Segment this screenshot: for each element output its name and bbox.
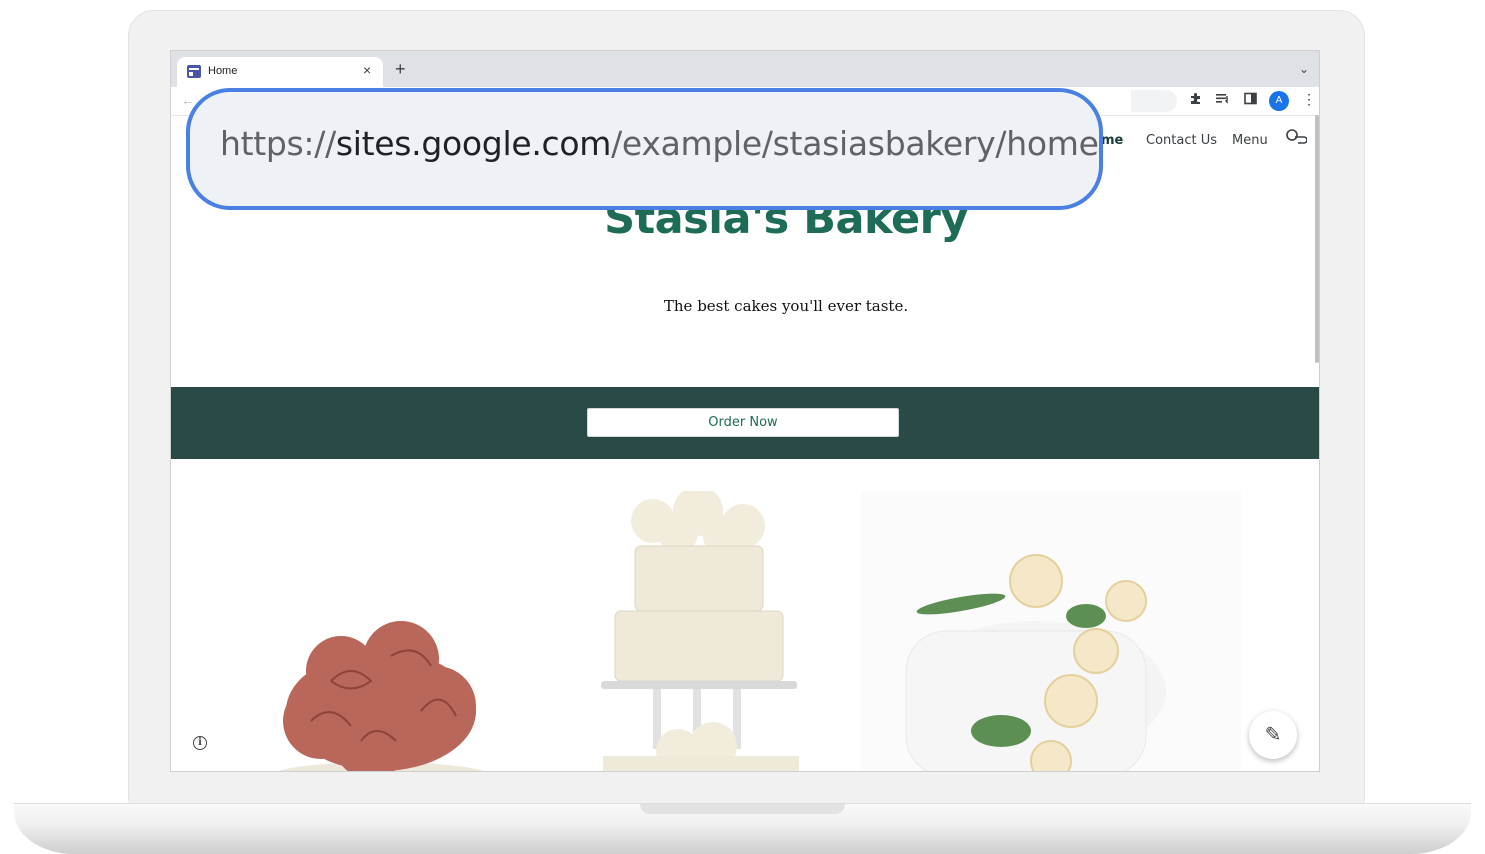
- nav-home-link[interactable]: me: [1101, 133, 1123, 148]
- url-scheme: https://: [220, 124, 336, 163]
- white-rose-cake-image: [861, 491, 1241, 771]
- puzzle-extensions-icon[interactable]: [1189, 92, 1202, 108]
- url-text[interactable]: https://sites.google.com/example/stasias…: [220, 124, 1099, 163]
- link-icon[interactable]: [1285, 129, 1308, 145]
- tab-title: Home: [208, 65, 238, 77]
- address-bar[interactable]: [1131, 90, 1177, 112]
- close-icon[interactable]: ×: [363, 62, 371, 78]
- rose-cake-image: [278, 621, 484, 771]
- reading-list-icon[interactable]: [1216, 92, 1230, 108]
- tab-home[interactable]: Home ×: [177, 57, 383, 87]
- tiered-cake-image: [601, 491, 799, 771]
- new-tab-button[interactable]: +: [395, 60, 406, 78]
- url-path: /example/stasiasbakery/home: [611, 124, 1099, 163]
- edit-pencil-button[interactable]: ✎: [1249, 711, 1297, 759]
- order-banner: Order Now: [171, 387, 1319, 459]
- sites-favicon-icon: [187, 65, 201, 78]
- nav-menu-link[interactable]: Menu: [1232, 133, 1268, 148]
- site-tagline: The best cakes you'll ever taste.: [663, 297, 909, 315]
- url-callout: https://sites.google.com/example/stasias…: [186, 88, 1103, 210]
- order-now-button[interactable]: Order Now: [587, 408, 899, 437]
- side-panel-icon[interactable]: [1244, 92, 1257, 108]
- profile-avatar[interactable]: A: [1269, 91, 1289, 111]
- chevron-down-icon[interactable]: ⌄: [1299, 62, 1309, 76]
- back-arrow-icon[interactable]: ←: [181, 92, 195, 108]
- info-icon[interactable]: i: [193, 736, 207, 750]
- tab-bar: Home × + ⌄: [171, 51, 1319, 87]
- scrollbar[interactable]: [1315, 115, 1319, 363]
- nav-contact-link[interactable]: Contact Us: [1146, 133, 1217, 148]
- laptop-notch: [640, 804, 845, 814]
- url-host: sites.google.com: [335, 124, 612, 163]
- more-menu-icon[interactable]: ⋮: [1302, 91, 1316, 108]
